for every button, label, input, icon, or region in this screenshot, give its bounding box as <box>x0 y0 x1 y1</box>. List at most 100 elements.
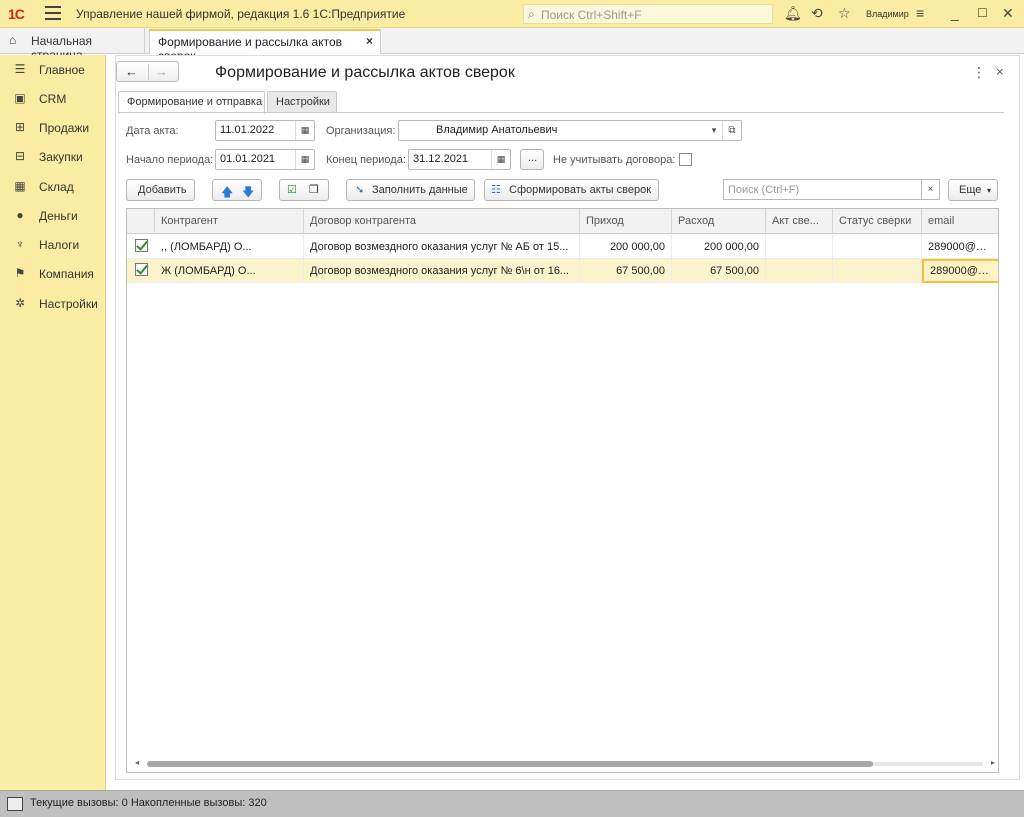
sidebar-item-company[interactable]: ⚑ Компания <box>0 262 106 286</box>
add-button-label: Добавить <box>138 184 187 196</box>
calls-icon[interactable] <box>7 797 23 811</box>
calendar-icon[interactable]: ▦ <box>295 150 314 169</box>
nav-separator <box>148 64 149 80</box>
move-up-icon[interactable]: 🡅 <box>221 183 233 204</box>
sidebar-item-taxes[interactable]: ♆ Налоги <box>0 233 106 257</box>
column-header-counterparty[interactable]: Контрагент <box>155 209 304 234</box>
column-header-act[interactable]: Акт све... <box>766 209 833 234</box>
tab-reconciliation[interactable]: Формирование и рассылка актов сверок × <box>149 29 381 63</box>
warehouse-icon: ▦ <box>14 179 26 193</box>
sidebar-item-label: CRM <box>39 92 67 106</box>
calendar-icon[interactable]: ▦ <box>491 150 510 169</box>
add-button[interactable]: Добавить <box>126 179 195 201</box>
close-form-icon[interactable]: × <box>996 64 1004 79</box>
cell-act <box>766 259 833 283</box>
ignore-contracts-checkbox[interactable] <box>679 153 692 166</box>
row-checkbox[interactable] <box>135 239 148 252</box>
title-bar: 1С Управление нашей фирмой, редакция 1.6… <box>0 0 1024 28</box>
column-header-expense[interactable]: Расход <box>672 209 766 234</box>
uncheck-all-icon[interactable]: ❐ <box>309 183 319 196</box>
user-name[interactable]: Владимир <box>866 9 909 19</box>
main-menu-icon[interactable] <box>45 6 61 20</box>
tab-home[interactable]: ⌂ Начальная страница <box>0 28 145 62</box>
sidebar-item-settings[interactable]: ✲ Настройки <box>0 292 106 316</box>
more-button[interactable]: Еще ▾ <box>948 179 998 201</box>
chevron-down-icon[interactable]: ▾ <box>706 121 722 140</box>
column-header-income[interactable]: Приход <box>580 209 672 234</box>
sidebar-item-purchases[interactable]: ⊟ Закупки <box>0 145 106 169</box>
calendar-icon[interactable]: ▦ <box>295 121 314 140</box>
open-icon[interactable]: ⧉ <box>722 121 741 140</box>
move-buttons: 🡅 🡇 <box>212 179 262 201</box>
star-icon[interactable]: ☆ <box>838 5 851 21</box>
period-select-button[interactable]: ... <box>520 149 544 170</box>
sidebar-item-label: Налоги <box>39 238 80 252</box>
cell-status <box>833 259 922 283</box>
reconciliation-table: Контрагент Договор контрагента Приход Ра… <box>126 208 999 773</box>
reconciliation-form: ← → Формирование и рассылка актов сверок… <box>115 55 1020 780</box>
sidebar-item-label: Склад <box>39 180 74 194</box>
app-title: Управление нашей фирмой, редакция 1.6 1С… <box>76 7 406 21</box>
cell-counterparty: ,, (ЛОМБАРД) О... <box>155 235 304 259</box>
period-start-value: 01.01.2021 <box>220 153 276 165</box>
crm-icon: ▣ <box>14 91 26 105</box>
check-buttons: ☑ ❐ <box>279 179 329 201</box>
cell-email: 289000@mail. <box>928 241 999 253</box>
cell-act <box>766 235 833 259</box>
column-header-email[interactable]: email <box>922 209 998 234</box>
period-end-label: Конец периода: <box>326 154 406 166</box>
sidebar-item-crm[interactable]: ▣ CRM <box>0 87 106 111</box>
chevron-down-icon: ▾ <box>987 186 992 195</box>
clear-search-icon[interactable]: × <box>921 179 940 200</box>
tab-settings[interactable]: Настройки <box>267 91 337 113</box>
minimize-icon[interactable]: _ <box>951 5 959 21</box>
cell-contract: Договор возмездного оказания услуг № АБ … <box>304 235 580 259</box>
column-header-contract[interactable]: Договор контрагента <box>304 209 580 234</box>
page-title: Формирование и рассылка актов сверок <box>215 64 515 81</box>
close-window-icon[interactable]: ✕ <box>1002 5 1014 21</box>
generate-acts-button[interactable]: ☷ Сформировать акты сверок <box>484 179 659 201</box>
cell-income: 200 000,00 <box>580 235 672 259</box>
sidebar-item-warehouse[interactable]: ▦ Склад <box>0 175 106 199</box>
horizontal-scrollbar[interactable]: ◂ ▸ <box>135 758 995 768</box>
settings-menu-icon[interactable]: ≡ <box>916 5 924 21</box>
fill-data-label: Заполнить данные <box>372 184 468 196</box>
maximize-icon[interactable]: ☐ <box>977 5 988 21</box>
more-button-label: Еще <box>959 184 982 196</box>
scroll-left-icon[interactable]: ◂ <box>135 758 139 767</box>
global-search-input[interactable]: ⌕ Поиск Ctrl+Shift+F <box>523 4 773 24</box>
period-end-value: 31.12.2021 <box>413 153 469 165</box>
more-vertical-icon[interactable]: ⋮ <box>972 64 986 81</box>
forward-arrow-icon[interactable]: → <box>155 64 168 79</box>
close-tab-icon[interactable]: × <box>366 34 373 48</box>
history-icon[interactable]: ⟲ <box>811 5 823 21</box>
cell-status <box>833 235 922 259</box>
period-end-field[interactable]: 31.12.2021 ▦ <box>408 149 511 170</box>
cell-email-focused[interactable]: 289000@mail. <box>922 259 998 283</box>
app-logo: 1С <box>8 6 25 22</box>
check-all-icon[interactable]: ☑ <box>287 183 297 196</box>
scroll-right-icon[interactable]: ▸ <box>991 758 995 767</box>
act-date-field[interactable]: 11.01.2022 ▦ <box>215 120 315 141</box>
row-checkbox[interactable] <box>135 263 148 276</box>
table-row[interactable]: Ж (ЛОМБАРД) О... Договор возмездного ока… <box>127 259 998 283</box>
period-start-field[interactable]: 01.01.2021 ▦ <box>215 149 315 170</box>
back-arrow-icon[interactable]: ← <box>125 64 138 79</box>
scroll-thumb[interactable] <box>147 761 873 767</box>
global-search-placeholder: Поиск Ctrl+Shift+F <box>541 8 642 22</box>
sidebar-item-sales[interactable]: ⊞ Продажи <box>0 116 106 140</box>
sidebar-item-label: Деньги <box>39 209 78 223</box>
move-down-icon[interactable]: 🡇 <box>242 183 254 204</box>
fill-data-button[interactable]: ➘ Заполнить данные <box>346 179 475 201</box>
period-select-label: ... <box>528 152 538 164</box>
column-header-check <box>127 209 155 234</box>
table-search-input[interactable]: Поиск (Ctrl+F) <box>723 179 940 200</box>
org-field[interactable]: Владимир Анатольевич ▾ ⧉ <box>398 120 742 141</box>
column-header-status[interactable]: Статус сверки <box>833 209 922 234</box>
tab-generate-send[interactable]: Формирование и отправка <box>118 91 265 114</box>
status-bar: Текущие вызовы: 0 Накопленные вызовы: 32… <box>0 790 1024 817</box>
table-row[interactable]: ,, (ЛОМБАРД) О... Договор возмездного ок… <box>127 235 999 259</box>
sidebar-item-main[interactable]: ☰ Главное <box>0 58 106 82</box>
sidebar-item-money[interactable]: ● Деньги <box>0 204 106 228</box>
bell-icon[interactable]: 🔔︎ <box>784 5 802 21</box>
